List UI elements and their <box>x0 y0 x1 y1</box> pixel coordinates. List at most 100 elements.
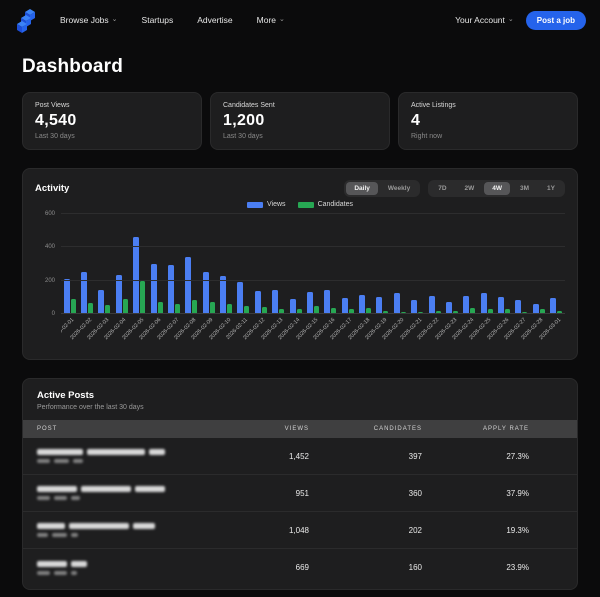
post-candidates-value: 160 <box>408 563 422 572</box>
stat-value: 1,200 <box>223 112 265 129</box>
your-account-menu[interactable]: Your Account ⌄ <box>455 15 514 25</box>
stat-caption: Last 30 days <box>35 133 75 140</box>
nav-item-label: Startups <box>141 15 174 25</box>
post-views-value: 1,452 <box>288 451 309 461</box>
range-3m[interactable]: 3M <box>512 182 537 195</box>
post-candidates-value: 202 <box>408 525 422 535</box>
post-title-redacted <box>37 449 215 463</box>
range-7d[interactable]: 7D <box>430 182 454 195</box>
activity-controls: Daily Weekly 7D 2W 4W 3M 1Y <box>344 180 565 197</box>
active-posts-title: Active Posts <box>37 390 95 401</box>
bar-group-2026-02-15 <box>304 214 321 314</box>
range-4w[interactable]: 4W <box>484 182 511 195</box>
views-bar <box>98 289 105 314</box>
granularity-daily[interactable]: Daily <box>346 182 378 195</box>
brand-logo[interactable] <box>14 6 42 34</box>
bar-group-2026-02-04 <box>113 214 130 314</box>
chevron-down-icon: ⌄ <box>507 15 514 23</box>
post-views-value: 669 <box>295 563 309 572</box>
post-apply-rate-value: 19.3% <box>506 525 529 535</box>
gridline <box>61 279 565 281</box>
bar-group-2026-02-16 <box>322 214 339 314</box>
views-bar <box>254 290 261 314</box>
range-1y[interactable]: 1Y <box>539 182 563 195</box>
nav-item-label: Browse Jobs <box>60 15 109 25</box>
post-apply-rate-value: 23.9% <box>506 563 529 572</box>
redacted-meta-blocks <box>37 570 215 575</box>
nav-item-advertise[interactable]: Advertise <box>197 15 232 25</box>
redacted-title-blocks <box>37 560 215 567</box>
stat-cards-row: Post Views 4,540 Last 30 days Candidates… <box>22 92 578 150</box>
bar-group-2026-02-21 <box>409 214 426 314</box>
stat-card-post-views: Post Views 4,540 Last 30 days <box>22 92 202 150</box>
gridline <box>61 246 565 248</box>
post-row[interactable]: 1,048 202 19.3% <box>23 512 577 549</box>
chart-legend: Views Candidates <box>35 201 565 208</box>
activity-chart: 0 200 400 600 <box>35 211 565 317</box>
isometric-blocks-logo <box>17 9 35 33</box>
redacted-title-blocks <box>37 486 215 492</box>
views-bar <box>393 293 400 314</box>
bar-group-2026-02-22 <box>426 214 443 314</box>
table-body: 1,452 397 27.3% 951 360 37.9% 1,048 202 19.3% 669… <box>23 438 577 586</box>
granularity-toggle: Daily Weekly <box>344 180 421 197</box>
stat-card-active-listings: Active Listings 4 Right now <box>398 92 578 150</box>
bar-group-2026-03-01 <box>548 214 565 314</box>
bar-group-2026-02-13 <box>270 214 287 314</box>
column-header-candidates: CANDIDATES <box>373 426 422 432</box>
top-navigation: Browse Jobs ⌄ Startups Advertise More ⌄ Your … <box>0 0 600 40</box>
bar-group-2026-02-14 <box>287 214 304 314</box>
bar-group-2026-02-07 <box>165 214 182 314</box>
redacted-meta-blocks <box>37 459 215 463</box>
stat-label: Candidates Sent <box>223 102 275 109</box>
granularity-weekly[interactable]: Weekly <box>380 182 418 195</box>
views-bar <box>376 296 383 314</box>
views-bar <box>81 271 88 314</box>
bar-group-2026-02-11 <box>235 214 252 314</box>
activity-header: Activity Daily Weekly 7D 2W 4W 3M 1Y <box>35 180 565 197</box>
post-row[interactable]: 1,452 397 27.3% <box>23 438 577 475</box>
bar-group-2026-02-23 <box>443 214 460 314</box>
redacted-title-blocks <box>37 449 215 455</box>
bar-group-2026-02-25 <box>478 214 495 314</box>
candidates-bar <box>122 299 128 314</box>
y-axis-tick: 600 <box>44 211 55 217</box>
views-bar <box>289 299 296 314</box>
bar-group-2026-02-10 <box>217 214 234 314</box>
post-title-redacted <box>37 523 215 537</box>
y-axis-tick: 400 <box>44 244 55 251</box>
bar-group-2026-02-08 <box>183 214 200 314</box>
nav-item-label: More <box>256 15 277 25</box>
post-candidates-value: 360 <box>408 488 422 498</box>
bar-group-2026-02-09 <box>200 214 217 314</box>
nav-item-startups[interactable]: Startups <box>142 15 174 25</box>
post-apply-rate-value: 37.9% <box>506 488 529 498</box>
legend-item-views: Views <box>247 201 286 208</box>
chart-plot-area <box>61 213 565 314</box>
bar-group-2026-02-01 <box>61 214 78 314</box>
candidates-bar <box>192 299 198 314</box>
nav-item-label: Advertise <box>197 15 233 25</box>
post-row[interactable]: 669 160 23.9% <box>23 549 577 586</box>
column-header-apply-rate: APPLY RATE <box>482 426 529 432</box>
views-bar <box>463 295 470 314</box>
range-toggle: 7D 2W 4W 3M 1Y <box>428 180 565 197</box>
post-a-job-button[interactable]: Post a job <box>525 10 586 30</box>
views-bar <box>306 292 313 314</box>
post-row[interactable]: 951 360 37.9% <box>23 475 577 512</box>
views-bar <box>150 264 157 314</box>
views-bar <box>341 298 348 314</box>
views-bar <box>359 294 366 314</box>
post-title-redacted <box>37 560 215 575</box>
nav-items: Browse Jobs ⌄ Startups Advertise More ⌄ <box>60 15 285 25</box>
stat-caption: Last 30 days <box>223 133 263 140</box>
views-bar <box>167 264 174 314</box>
nav-item-more[interactable]: More ⌄ <box>257 15 285 25</box>
legend-item-candidates: Candidates <box>297 201 353 208</box>
views-bar <box>272 289 279 314</box>
range-2w[interactable]: 2W <box>457 182 483 195</box>
bar-group-2026-02-18 <box>356 214 373 314</box>
nav-item-browse-jobs[interactable]: Browse Jobs ⌄ <box>60 15 118 25</box>
stat-card-candidates-sent: Candidates Sent 1,200 Last 30 days <box>210 92 390 150</box>
post-apply-rate-value: 27.3% <box>506 451 529 461</box>
